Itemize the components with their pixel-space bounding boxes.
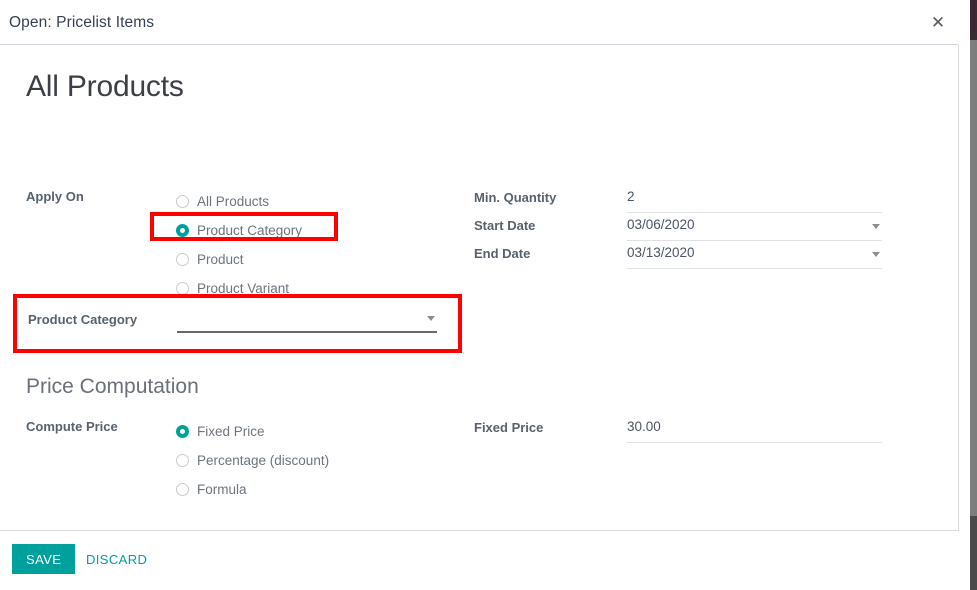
dialog-title: Open: Pricelist Items: [9, 14, 155, 31]
radio-label: Product Variant: [197, 281, 290, 296]
pricelist-item-dialog: Open: Pricelist Items ✕ All Products App…: [0, 0, 977, 590]
radio-label: Formula: [197, 482, 247, 497]
radio-indicator-selected: [176, 425, 189, 438]
min-quantity-label: Min. Quantity: [474, 190, 557, 205]
right-column-fields: Min. Quantity 2 Start Date 03/06/2020 En…: [474, 187, 894, 271]
min-quantity-field[interactable]: 2: [627, 187, 882, 213]
end-date-label: End Date: [474, 246, 531, 261]
fixed-price-input[interactable]: 30.00: [627, 419, 661, 434]
chevron-down-icon[interactable]: [427, 316, 435, 321]
chevron-down-icon[interactable]: [872, 252, 880, 257]
product-category-field[interactable]: [177, 307, 437, 333]
fixed-price-field[interactable]: 30.00: [627, 417, 882, 443]
end-date-row: End Date 03/13/2020: [474, 243, 894, 271]
field-underline: [627, 268, 882, 269]
radio-option-formula[interactable]: Formula: [176, 475, 456, 504]
radio-option-fixed-price[interactable]: Fixed Price: [176, 417, 456, 446]
close-icon[interactable]: ✕: [927, 12, 949, 34]
apply-on-radio-group: All Products Product Category Product Pr…: [176, 187, 456, 303]
product-category-label: Product Category: [28, 312, 138, 327]
scrollbar-track[interactable]: [959, 45, 970, 531]
compute-price-label: Compute Price: [26, 419, 118, 434]
radio-label: All Products: [197, 194, 270, 209]
page-chrome-bottom-strip: [970, 516, 977, 590]
compute-price-radio-group: Fixed Price Percentage (discount) Formul…: [176, 417, 456, 504]
discard-button[interactable]: DISCARD: [74, 544, 159, 574]
min-quantity-row: Min. Quantity 2: [474, 187, 894, 215]
apply-on-label: Apply On: [26, 189, 84, 204]
radio-indicator: [176, 195, 189, 208]
dialog-footer: SAVE DISCARD: [0, 531, 958, 590]
fixed-price-row: Fixed Price 30.00: [474, 417, 894, 445]
radio-label: Product: [197, 252, 244, 267]
start-date-row: Start Date 03/06/2020: [474, 215, 894, 243]
radio-label: Fixed Price: [197, 424, 265, 439]
chevron-down-icon[interactable]: [872, 224, 880, 229]
page-title: All Products: [26, 70, 184, 103]
page-scrollbar-track[interactable]: [970, 40, 977, 516]
field-underline: [627, 442, 882, 443]
end-date-field[interactable]: 03/13/2020: [627, 243, 882, 269]
save-button[interactable]: SAVE: [12, 544, 76, 574]
form-sheet: All Products Apply On All Products Produ…: [0, 45, 958, 530]
radio-indicator: [176, 454, 189, 467]
radio-label: Percentage (discount): [197, 453, 330, 468]
radio-option-product-variant[interactable]: Product Variant: [176, 274, 456, 303]
price-computation-heading: Price Computation: [26, 375, 199, 398]
radio-option-percentage-discount[interactable]: Percentage (discount): [176, 446, 456, 475]
start-date-input[interactable]: 03/06/2020: [627, 217, 695, 232]
radio-indicator: [176, 483, 189, 496]
page-chrome-top-strip: [970, 0, 977, 40]
dialog-body: All Products Apply On All Products Produ…: [0, 45, 958, 531]
field-underline: [177, 331, 437, 333]
product-category-input-wrap[interactable]: [177, 307, 437, 333]
end-date-input[interactable]: 03/13/2020: [627, 245, 695, 260]
start-date-label: Start Date: [474, 218, 536, 233]
radio-indicator: [176, 282, 189, 295]
field-underline: [627, 212, 882, 213]
radio-option-product-category[interactable]: Product Category: [176, 216, 456, 245]
radio-indicator-selected: [176, 224, 189, 237]
radio-option-all-products[interactable]: All Products: [176, 187, 456, 216]
field-underline: [627, 240, 882, 241]
start-date-field[interactable]: 03/06/2020: [627, 215, 882, 241]
min-quantity-input[interactable]: 2: [627, 189, 635, 204]
fixed-price-label: Fixed Price: [474, 420, 544, 435]
radio-indicator: [176, 253, 189, 266]
dialog-header: Open: Pricelist Items ✕: [0, 0, 958, 45]
radio-option-product[interactable]: Product: [176, 245, 456, 274]
radio-label: Product Category: [197, 223, 303, 238]
